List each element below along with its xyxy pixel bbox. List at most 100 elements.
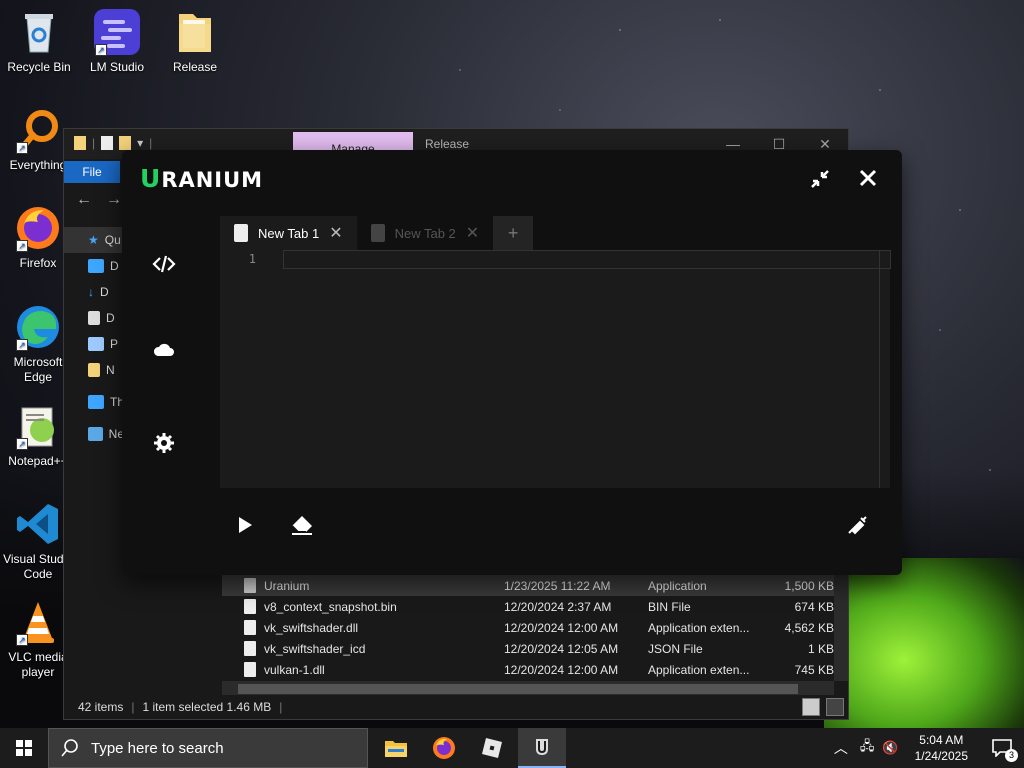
notification-center-button[interactable]: 3 <box>980 728 1024 768</box>
navigation-pane: ★ Qu D ↓ D D P N Th Ne <box>64 227 124 447</box>
code-editor[interactable]: 1 <box>220 250 891 488</box>
editor-tabs: New Tab 1 ✕ New Tab 2 ✕ + <box>220 216 534 250</box>
volume-muted-icon[interactable]: 🔇 <box>878 740 902 756</box>
logo-text: RANIUM <box>161 168 264 192</box>
shortcut-arrow-icon: ↗ <box>95 44 107 56</box>
taskbar-firefox[interactable] <box>420 728 468 768</box>
execute-button[interactable] <box>234 514 256 541</box>
new-folder-icon[interactable] <box>119 136 132 150</box>
eraser-icon <box>291 516 312 535</box>
clock-date: 1/24/2025 <box>914 749 968 763</box>
close-tab-icon[interactable]: ✕ <box>466 223 479 243</box>
properties-icon[interactable] <box>101 136 114 150</box>
file-row[interactable]: vk_swiftshader_icd 12/20/2024 12:05 AM J… <box>222 638 834 659</box>
close-icon <box>859 169 877 187</box>
file-name: vk_swiftshader.dll <box>264 620 359 635</box>
inject-button[interactable] <box>846 514 868 541</box>
network-status-icon[interactable]: 🖧 <box>856 737 879 759</box>
search-placeholder: Type here to search <box>91 739 224 757</box>
start-button[interactable] <box>0 728 48 768</box>
uranium-window[interactable]: URANIUM New Tab 1 ✕ New Tab 2 ✕ + 1 <box>122 150 902 575</box>
large-icons-view-icon[interactable] <box>826 698 844 716</box>
line-number: 1 <box>248 252 256 266</box>
folder-icon <box>171 8 219 56</box>
quick-access-toolbar: | ▾ | <box>74 136 152 150</box>
file-icon <box>244 599 256 614</box>
search-box[interactable]: Type here to search <box>48 728 368 768</box>
shortcut-arrow-icon: ↗ <box>16 142 28 154</box>
file-type: Application exten... <box>648 662 750 677</box>
clear-button[interactable] <box>290 514 314 541</box>
separator-icon: | <box>149 136 153 150</box>
nav-item-this-pc[interactable]: Th <box>64 389 124 415</box>
view-toggle <box>802 698 844 716</box>
sidebar-settings-button[interactable] <box>152 431 176 455</box>
desktop-icon-recycle-bin[interactable]: Recycle Bin <box>1 8 77 75</box>
sidebar-editor-button[interactable] <box>152 252 176 276</box>
shortcut-arrow-icon: ↗ <box>16 240 28 252</box>
chevron-up-icon[interactable]: ︿ <box>826 738 856 758</box>
close-tab-icon[interactable]: ✕ <box>329 223 342 243</box>
nav-item-network[interactable]: Ne <box>64 421 124 447</box>
file-name: vulkan-1.dll <box>264 662 325 677</box>
desktop-icon-label: LM Studio <box>89 60 145 74</box>
this-pc-icon <box>88 395 104 409</box>
clock[interactable]: 5:04 AM 1/24/2025 <box>903 732 980 764</box>
file-size: 745 KB <box>794 662 834 677</box>
tab-new-tab-1[interactable]: New Tab 1 ✕ <box>220 216 357 250</box>
details-view-icon[interactable] <box>802 698 820 716</box>
folder-icon <box>88 363 100 377</box>
file-row[interactable]: Uranium 1/23/2025 11:22 AM Application 1… <box>222 575 834 596</box>
folder-icon[interactable] <box>74 136 86 150</box>
everything-search-icon: ↗ <box>14 106 62 154</box>
line-gutter: 1 <box>220 250 280 488</box>
desktop-icon-label: Release <box>172 60 218 74</box>
sidebar-cloud-button[interactable] <box>152 338 176 362</box>
add-tab-button[interactable]: + <box>493 216 534 250</box>
vlc-icon: ↗ <box>14 598 62 646</box>
desktop-icon-lm-studio[interactable]: ↗ LM Studio <box>79 8 155 75</box>
file-row[interactable]: v8_context_snapshot.bin 12/20/2024 2:37 … <box>222 596 834 617</box>
taskbar-uranium[interactable] <box>518 728 566 768</box>
file-row[interactable]: vk_swiftshader.dll 12/20/2024 12:00 AM A… <box>222 617 834 638</box>
ribbon-tab-file[interactable]: File <box>64 161 120 183</box>
nav-item-folder[interactable]: N <box>64 357 124 383</box>
nav-item-label: D <box>100 285 109 299</box>
current-line-highlight <box>283 250 891 269</box>
desktop-icon-release[interactable]: Release <box>157 8 233 75</box>
dll-file-icon <box>244 620 256 635</box>
logo-letter: U <box>140 164 162 193</box>
folder-icon <box>385 741 407 757</box>
file-size: 674 KB <box>794 599 834 614</box>
nav-item-desktop[interactable]: D <box>64 253 124 279</box>
close-button[interactable] <box>856 168 880 192</box>
tab-new-tab-2[interactable]: New Tab 2 ✕ <box>357 216 494 250</box>
back-arrow-icon[interactable]: ← <box>76 191 92 209</box>
taskbar-roblox[interactable] <box>468 728 516 768</box>
documents-icon <box>88 311 100 325</box>
taskbar-file-explorer[interactable] <box>372 728 420 768</box>
file-type: JSON File <box>648 641 703 656</box>
minimize-collapse-button[interactable] <box>808 168 832 192</box>
vertical-scrollbar[interactable] <box>834 575 848 681</box>
scrollbar-thumb[interactable] <box>238 684 798 694</box>
file-date: 12/20/2024 12:00 AM <box>504 662 619 677</box>
forward-arrow-icon[interactable]: → <box>106 191 122 209</box>
nav-item-documents[interactable]: D <box>64 305 124 331</box>
nav-item-downloads[interactable]: ↓ D <box>64 279 124 305</box>
cloud-icon <box>153 343 174 356</box>
vscode-icon <box>14 500 62 548</box>
windows-logo-icon <box>16 740 32 756</box>
downloads-icon: ↓ <box>88 285 94 299</box>
file-row[interactable]: vulkan-1.dll 12/20/2024 12:00 AM Applica… <box>222 659 834 680</box>
nav-item-quick-access[interactable]: ★ Qu <box>64 227 124 253</box>
collapse-arrows-icon <box>811 170 829 188</box>
chevron-down-icon[interactable]: ▾ <box>137 136 143 150</box>
nav-item-pictures[interactable]: P <box>64 331 124 357</box>
nav-item-label: D <box>106 311 115 325</box>
editor-scrollbar[interactable] <box>879 250 880 488</box>
item-count: 42 items <box>78 700 124 714</box>
play-icon <box>239 517 252 533</box>
search-icon <box>61 739 78 757</box>
settings-gear-icon <box>154 433 174 453</box>
